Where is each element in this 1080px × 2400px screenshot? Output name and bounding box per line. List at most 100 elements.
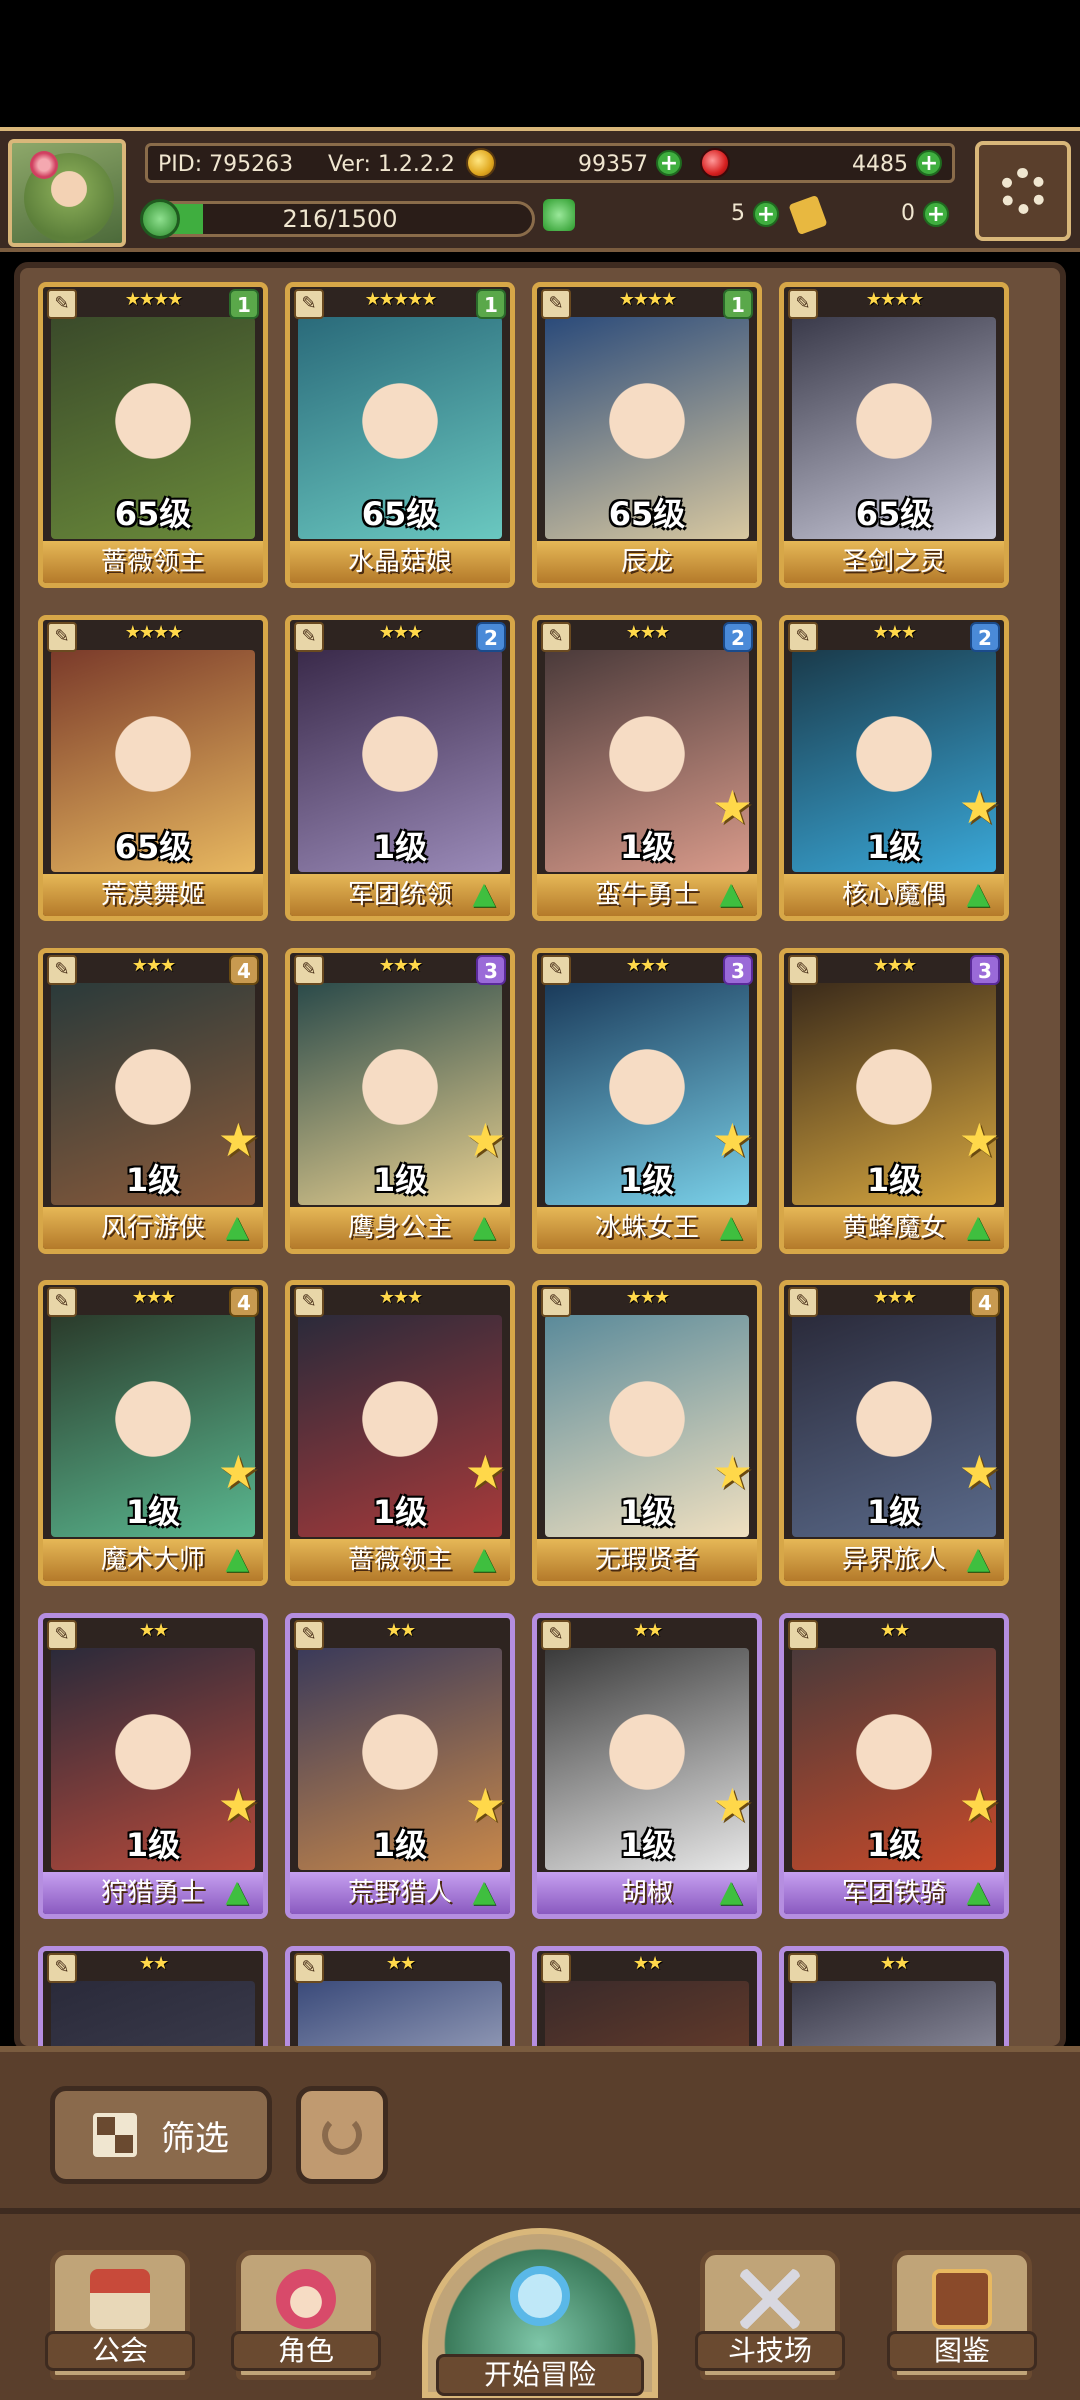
character-card[interactable]: ✎ ★★: [779, 1946, 1009, 2052]
resource-row: PID: 795263 Ver: 1.2.2.2 99357 + 4485 +: [145, 143, 955, 183]
character-card[interactable]: ✎ ★★★ 2 1级 ★ 核心魔偶 ▲: [779, 615, 1009, 921]
rank-badge: 4: [229, 955, 259, 985]
character-name: 无瑕贤者: [537, 1539, 757, 1581]
character-name: 水晶菇娘: [290, 541, 510, 583]
refresh-button[interactable]: [296, 2086, 388, 2184]
star-rating: ★★: [632, 1620, 663, 1641]
star-upgrade-icon: ★: [217, 1778, 259, 1832]
player-avatar[interactable]: [8, 139, 126, 247]
character-level: 1级: [372, 828, 428, 866]
character-level: 65级: [361, 495, 439, 533]
star-rating: ★★: [138, 1953, 169, 1974]
rank-badge: 3: [476, 955, 506, 985]
key-icon: [788, 194, 828, 236]
level-up-arrow-icon: ▲: [719, 1874, 743, 1909]
clover-icon: [543, 199, 575, 231]
star-upgrade-icon: ★: [958, 1778, 1000, 1832]
list-controls: 筛选: [0, 2046, 1080, 2214]
character-card[interactable]: ✎ ★★★ 1级 ★ 蔷薇领主 ▲: [285, 1280, 515, 1586]
character-face: [103, 688, 203, 799]
star-upgrade-icon: ★: [958, 780, 1000, 834]
character-face: [597, 688, 697, 799]
rank-badge: 2: [970, 622, 1000, 652]
star-rating: ★★★: [378, 1287, 423, 1308]
star-upgrade-icon: ★: [711, 1113, 753, 1167]
character-card[interactable]: ✎ ★★★ 1级 ★ 无瑕贤者: [532, 1280, 762, 1586]
character-card[interactable]: ✎ ★★★★ 65级 荒漠舞姬: [38, 615, 268, 921]
character-face: [597, 355, 697, 466]
character-card[interactable]: ✎ ★★★ 3 1级 ★ 黄蜂魔女 ▲: [779, 948, 1009, 1254]
character-level: 65级: [608, 495, 686, 533]
add-gems-button[interactable]: +: [916, 150, 942, 176]
character-level: 65级: [114, 495, 192, 533]
character-card[interactable]: ✎ ★★★ 4 1级 ★ 异界旅人 ▲: [779, 1280, 1009, 1586]
star-upgrade-icon: ★: [217, 1113, 259, 1167]
nav-arena[interactable]: 斗技场: [695, 2250, 845, 2380]
character-face: [103, 1686, 203, 1797]
gold-amount: 99357: [578, 152, 648, 177]
level-up-arrow-icon: ▲: [225, 1874, 249, 1909]
character-card[interactable]: ✎ ★★★ 2 1级 ★ 蛮牛勇士 ▲: [532, 615, 762, 921]
character-face: [350, 1021, 450, 1132]
character-face: [103, 1353, 203, 1464]
settings-button[interactable]: [975, 141, 1071, 241]
rank-badge: 3: [970, 955, 1000, 985]
character-card[interactable]: ✎ ★★ 1级 ★ 狩猎勇士 ▲: [38, 1613, 268, 1919]
character-card[interactable]: ✎ ★★★ 4 1级 ★ 魔术大师 ▲: [38, 1280, 268, 1586]
nav-codex[interactable]: 图鉴: [887, 2250, 1037, 2380]
character-face: [350, 1686, 450, 1797]
character-card[interactable]: ✎ ★★: [38, 1946, 268, 2052]
level-up-arrow-icon: ▲: [719, 876, 743, 911]
game-version: Ver: 1.2.2.2: [328, 152, 455, 177]
rank-badge: 1: [229, 289, 259, 319]
character-portrait-icon: [276, 2269, 336, 2329]
character-grid[interactable]: ✎ ★★★★ 1 65级 蔷薇领主 ✎ ★★★★★ 1 65级 水晶菇娘 ✎ ★★★★ 1 65级 辰龙 ✎ ★…: [38, 282, 1042, 2052]
character-card[interactable]: ✎ ★★★★ 65级 圣剑之灵: [779, 282, 1009, 588]
character-card[interactable]: ✎ ★★ 1级 ★ 荒野猎人 ▲: [285, 1613, 515, 1919]
level-up-arrow-icon: ▲: [225, 1209, 249, 1244]
add-gold-button[interactable]: +: [656, 150, 682, 176]
character-face: [350, 1353, 450, 1464]
star-rating: ★★: [632, 1953, 663, 1974]
character-card[interactable]: ✎ ★★★ 3 1级 ★ 鹰身公主 ▲: [285, 948, 515, 1254]
character-face: [597, 1686, 697, 1797]
character-card[interactable]: ✎ ★★ 1级 ★ 军团铁骑 ▲: [779, 1613, 1009, 1919]
character-card[interactable]: ✎ ★★★★ 1 65级 辰龙: [532, 282, 762, 588]
guild-hall-icon: [90, 2269, 150, 2329]
character-card[interactable]: ✎ ★★★ 4 1级 ★ 风行游侠 ▲: [38, 948, 268, 1254]
character-card[interactable]: ✎ ★★★ 2 1级 军团统领 ▲: [285, 615, 515, 921]
star-upgrade-icon: ★: [464, 1113, 506, 1167]
character-card[interactable]: ✎ ★★★ 3 1级 ★ 冰蛛女王 ▲: [532, 948, 762, 1254]
star-upgrade-icon: ★: [464, 1445, 506, 1499]
filter-button[interactable]: 筛选: [50, 2086, 272, 2184]
star-rating: ★★: [385, 1620, 416, 1641]
character-face: [844, 1021, 944, 1132]
character-level: 65级: [855, 495, 933, 533]
nav-start-adventure[interactable]: 开始冒险: [412, 2214, 668, 2400]
character-card[interactable]: ✎ ★★★★ 1 65级 蔷薇领主: [38, 282, 268, 588]
character-portrait: [545, 1981, 749, 2052]
character-card[interactable]: ✎ ★★ 1级 ★ 胡椒 ▲: [532, 1613, 762, 1919]
character-card[interactable]: ✎ ★★: [285, 1946, 515, 2052]
character-face: [350, 688, 450, 799]
level-up-arrow-icon: ▲: [966, 1209, 990, 1244]
clover-amount: 5: [731, 201, 745, 226]
star-upgrade-icon: ★: [958, 1113, 1000, 1167]
add-clover-button[interactable]: +: [753, 201, 779, 227]
gear-icon: [1000, 168, 1046, 214]
character-face: [597, 1021, 697, 1132]
bottom-navigation: 公会 角色 开始冒险 斗技场 图鉴: [0, 2214, 1080, 2400]
nav-arena-label: 斗技场: [695, 2331, 845, 2371]
star-upgrade-icon: ★: [711, 1778, 753, 1832]
star-rating: ★★: [879, 1953, 910, 1974]
character-face: [844, 1353, 944, 1464]
character-portrait: [51, 1981, 255, 2052]
nav-character[interactable]: 角色: [231, 2250, 381, 2380]
character-name: 荒漠舞姬: [43, 874, 263, 916]
character-card[interactable]: ✎ ★★: [532, 1946, 762, 2052]
level-up-arrow-icon: ▲: [472, 1541, 496, 1576]
nav-guild[interactable]: 公会: [45, 2250, 195, 2380]
nav-guild-label: 公会: [45, 2331, 195, 2371]
add-key-button[interactable]: +: [923, 201, 949, 227]
character-card[interactable]: ✎ ★★★★★ 1 65级 水晶菇娘: [285, 282, 515, 588]
